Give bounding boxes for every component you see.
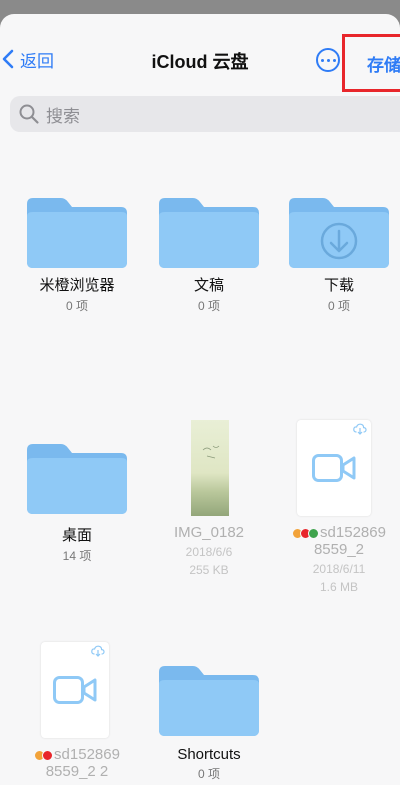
item-size: 255 KB bbox=[189, 563, 229, 577]
item-name: sd152869 bbox=[17, 746, 137, 763]
screen: { "nav": { "back_label": "返回", "title": … bbox=[0, 0, 400, 785]
save-button[interactable]: 存储 bbox=[342, 34, 400, 92]
navigation-bar: 返回 iCloud 云盘 存储 bbox=[0, 14, 400, 92]
item-meta: 14 项 bbox=[62, 549, 92, 563]
save-label: 存储 bbox=[367, 56, 400, 75]
downloads-folder-icon bbox=[279, 184, 399, 268]
more-options-icon[interactable] bbox=[316, 48, 340, 72]
video-thumbnail bbox=[17, 642, 137, 740]
image-file-item[interactable]: IMG_0182 2018/6/6 255 KB bbox=[149, 420, 269, 579]
search-placeholder: 搜索 bbox=[46, 106, 80, 126]
folder-icon bbox=[149, 184, 269, 268]
item-name: 米橙浏览器 bbox=[39, 277, 115, 294]
cloud-download-icon bbox=[91, 645, 105, 657]
downloads-folder-item[interactable]: 下载 0 项 bbox=[279, 184, 399, 315]
folder-item[interactable]: 桌面 14 项 bbox=[17, 420, 137, 565]
folder-icon bbox=[17, 420, 137, 518]
files-sheet: 返回 iCloud 云盘 存储 搜索 米橙浏览器 0 项 文稿 0 项 下载 0… bbox=[0, 14, 400, 785]
video-camera-icon bbox=[53, 676, 97, 704]
item-name: 下载 bbox=[323, 277, 354, 294]
item-name: IMG_0182 bbox=[173, 524, 245, 541]
search-field[interactable]: 搜索 bbox=[10, 96, 400, 132]
video-camera-icon bbox=[312, 454, 356, 482]
item-name: Shortcuts bbox=[177, 746, 241, 763]
page-title: iCloud 云盘 bbox=[151, 52, 249, 72]
image-thumbnail bbox=[149, 420, 269, 518]
folder-item[interactable]: 文稿 0 项 bbox=[149, 184, 269, 315]
video-file-item[interactable]: sd152869 8559_2 2018/6/11 1.6 MB bbox=[279, 420, 399, 596]
item-date: 2018/6/6 bbox=[185, 545, 233, 559]
tag-dots bbox=[292, 527, 320, 539]
item-name-line2: 8559_2 bbox=[313, 541, 365, 558]
item-meta: 0 项 bbox=[65, 299, 88, 313]
folder-item[interactable]: 米橙浏览器 0 项 bbox=[17, 184, 137, 315]
folder-icon bbox=[149, 642, 269, 740]
folder-icon bbox=[17, 184, 137, 268]
item-meta: 0 项 bbox=[327, 299, 350, 313]
item-name: 文稿 bbox=[193, 277, 224, 294]
item-meta: 0 项 bbox=[197, 767, 220, 781]
item-date: 2018/6/11 bbox=[312, 562, 366, 576]
tag-dots bbox=[34, 749, 54, 761]
item-size: 1.6 MB bbox=[319, 580, 358, 594]
search-icon bbox=[19, 104, 39, 124]
folder-item[interactable]: Shortcuts 0 项 bbox=[149, 642, 269, 783]
video-thumbnail bbox=[279, 420, 399, 518]
item-meta: 0 项 bbox=[197, 299, 220, 313]
item-name: 桌面 bbox=[61, 527, 92, 544]
item-name-line2: 8559_2 2 bbox=[45, 763, 109, 780]
video-file-item[interactable]: sd152869 8559_2 2 bbox=[17, 642, 137, 780]
cloud-download-icon bbox=[353, 423, 367, 435]
item-name: sd152869 bbox=[279, 524, 399, 541]
